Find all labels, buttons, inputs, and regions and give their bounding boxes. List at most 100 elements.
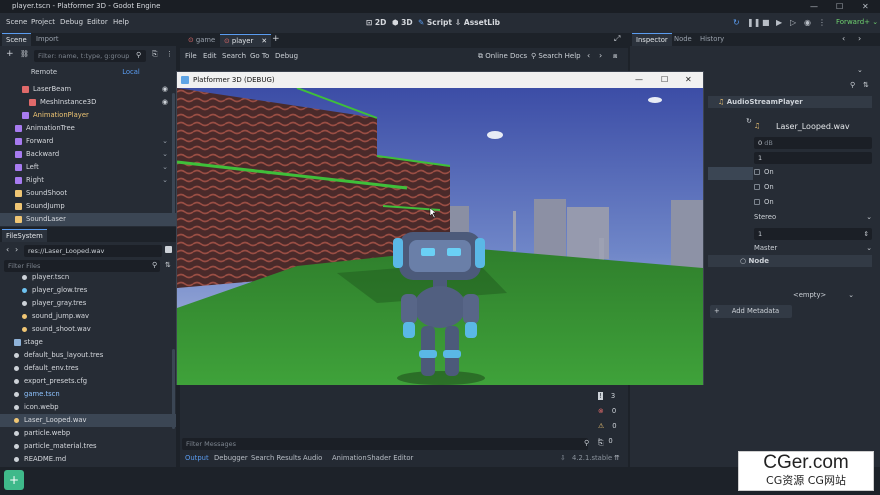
playing-checkbox[interactable]: On: [754, 168, 774, 176]
distraction-free-icon[interactable]: ⤢: [614, 34, 620, 44]
tab-inspector[interactable]: Inspector: [632, 33, 672, 46]
add-metadata-button[interactable]: + Add Metadata: [710, 305, 792, 318]
tab-search-results[interactable]: Search Results: [251, 454, 301, 462]
movie-icon[interactable]: ◉: [804, 18, 811, 27]
chevron-down-icon[interactable]: ⌄: [162, 148, 168, 161]
maximize-icon[interactable]: ☐: [836, 0, 843, 13]
tab-shader-editor[interactable]: Shader Editor: [367, 454, 413, 462]
renderer-select[interactable]: Forward+ ⌄: [836, 18, 878, 26]
menu-debug[interactable]: Debug: [275, 52, 298, 60]
max-polyphony-field[interactable]: 1 ⇕: [754, 228, 872, 240]
workspace-2d-button[interactable]: ⊡ 2D: [366, 18, 386, 27]
sort-icon[interactable]: ⇅: [165, 261, 171, 269]
menu-edit[interactable]: Edit: [203, 52, 217, 60]
filter-icon[interactable]: ⇅: [863, 81, 869, 89]
add-tab-icon[interactable]: +: [272, 34, 280, 44]
panel-toggle-icon[interactable]: ⧈: [613, 52, 617, 61]
file-row[interactable]: sound_jump.wav: [0, 310, 176, 323]
scene-scrollbar[interactable]: [172, 93, 175, 223]
chevron-down-icon[interactable]: ⌄: [162, 161, 168, 174]
file-row[interactable]: player_gray.tres: [0, 297, 176, 310]
menu-help[interactable]: Help: [113, 18, 129, 26]
add-scene-icon[interactable]: +: [4, 470, 24, 490]
play-custom-icon[interactable]: ▷: [790, 18, 796, 27]
scene-node-row[interactable]: SoundLaser: [0, 213, 176, 226]
workspace-assetlib-button[interactable]: ⇩ AssetLib: [455, 18, 500, 27]
file-row[interactable]: player_glow.tres: [0, 284, 176, 297]
close-icon[interactable]: ✕: [685, 72, 692, 88]
scene-node-row[interactable]: Forward ⌄: [0, 135, 176, 148]
info-counter[interactable]: ! 3: [598, 392, 615, 400]
file-row[interactable]: game.tscn: [0, 388, 176, 401]
filesystem-path-input[interactable]: res://Laser_Looped.wav: [24, 245, 162, 257]
menu-scene[interactable]: Scene: [6, 18, 27, 26]
scene-node-row[interactable]: LaserBeam ◉: [0, 83, 176, 96]
tab-animation[interactable]: Animation: [332, 454, 367, 462]
scene-node-row[interactable]: MeshInstance3D ◉: [0, 96, 176, 109]
mix-target-select[interactable]: Stereo ⌄: [754, 213, 872, 221]
back-icon[interactable]: ‹: [6, 245, 9, 254]
link-icon[interactable]: ⛓: [20, 50, 29, 58]
menu-search[interactable]: Search: [222, 52, 246, 60]
expand-panel-icon[interactable]: ⇈: [614, 454, 620, 462]
scene-node-row[interactable]: AnimationPlayer: [0, 109, 176, 122]
file-row[interactable]: player.tscn: [0, 271, 176, 284]
error-counter[interactable]: ⊗ 0: [598, 407, 616, 415]
remote-debug-icon[interactable]: ⋮: [818, 18, 826, 27]
visibility-eye-icon[interactable]: ◉: [162, 83, 168, 96]
metadata-empty-select[interactable]: <empty> ⌄: [793, 291, 854, 299]
workspace-3d-button[interactable]: ⬢ 3D: [392, 18, 413, 27]
online-docs-button[interactable]: ⧉ Online Docs: [478, 52, 527, 61]
menu-editor[interactable]: Editor: [87, 18, 108, 26]
node-section-header[interactable]: ○ Node: [708, 255, 872, 267]
scene-node-row[interactable]: Backward ⌄: [0, 148, 176, 161]
file-row[interactable]: particle_material.tres: [0, 440, 176, 453]
warning-counter[interactable]: ⚠ 0: [598, 422, 617, 430]
workspace-script-button[interactable]: ✎ Script: [418, 18, 452, 27]
folder-row[interactable]: stage: [0, 336, 176, 349]
tab-player[interactable]: ⊙ player ✕: [220, 34, 272, 47]
visibility-eye-icon[interactable]: ◉: [162, 96, 168, 109]
close-icon[interactable]: ✕: [862, 0, 869, 13]
kebab-menu-icon[interactable]: ⋮: [166, 50, 173, 58]
minimize-icon[interactable]: —: [810, 0, 818, 13]
script-attach-icon[interactable]: ⎘: [152, 50, 158, 59]
scene-node-row[interactable]: SoundShoot: [0, 187, 176, 200]
file-row[interactable]: Laser_Looped.wav: [0, 414, 176, 427]
tab-node[interactable]: Node: [670, 33, 696, 46]
file-row[interactable]: default_env.tres: [0, 362, 176, 375]
filter-messages-input[interactable]: Filter Messages: [182, 438, 588, 450]
chevron-down-icon[interactable]: ⌄: [162, 174, 168, 187]
tab-filesystem[interactable]: FileSystem: [2, 229, 47, 242]
stream-value[interactable]: Laser_Looped.wav: [776, 122, 850, 131]
tab-debugger[interactable]: Debugger: [214, 454, 248, 462]
restart-icon[interactable]: ↻: [733, 18, 740, 27]
stop-icon[interactable]: ■: [762, 18, 770, 27]
tab-output[interactable]: Output: [185, 454, 209, 462]
tab-import[interactable]: Import: [32, 33, 63, 46]
pitch-scale-field[interactable]: 1: [754, 152, 872, 164]
file-row[interactable]: sound_shoot.wav: [0, 323, 176, 336]
bus-select[interactable]: Master ⌄: [754, 244, 872, 252]
close-tab-icon[interactable]: ✕: [261, 37, 267, 45]
menu-file[interactable]: File: [185, 52, 197, 60]
game-viewport[interactable]: [177, 88, 703, 385]
tab-scene[interactable]: Scene: [2, 33, 31, 46]
add-node-icon[interactable]: +: [6, 49, 14, 59]
remote-tab[interactable]: Remote: [2, 66, 86, 79]
forward-icon[interactable]: ›: [15, 245, 18, 254]
scene-filter-input[interactable]: Filter: name, t:type, g:group: [34, 50, 146, 62]
menu-goto[interactable]: Go To: [250, 52, 269, 60]
volume-db-field[interactable]: 0 dB: [754, 137, 872, 149]
maximize-icon[interactable]: ☐: [661, 72, 668, 88]
chevron-down-icon[interactable]: ⌄: [162, 135, 168, 148]
split-mode-icon[interactable]: [165, 246, 172, 253]
menu-debug[interactable]: Debug: [60, 18, 83, 26]
play-scene-icon[interactable]: ▶: [776, 18, 782, 27]
tab-game[interactable]: ⊙ game: [184, 34, 219, 47]
file-row[interactable]: export_presets.cfg: [0, 375, 176, 388]
tab-audio[interactable]: Audio: [303, 454, 322, 462]
stream-paused-checkbox[interactable]: On: [754, 198, 774, 206]
scene-node-row[interactable]: Right ⌄: [0, 174, 176, 187]
scene-node-row[interactable]: AnimationTree: [0, 122, 176, 135]
